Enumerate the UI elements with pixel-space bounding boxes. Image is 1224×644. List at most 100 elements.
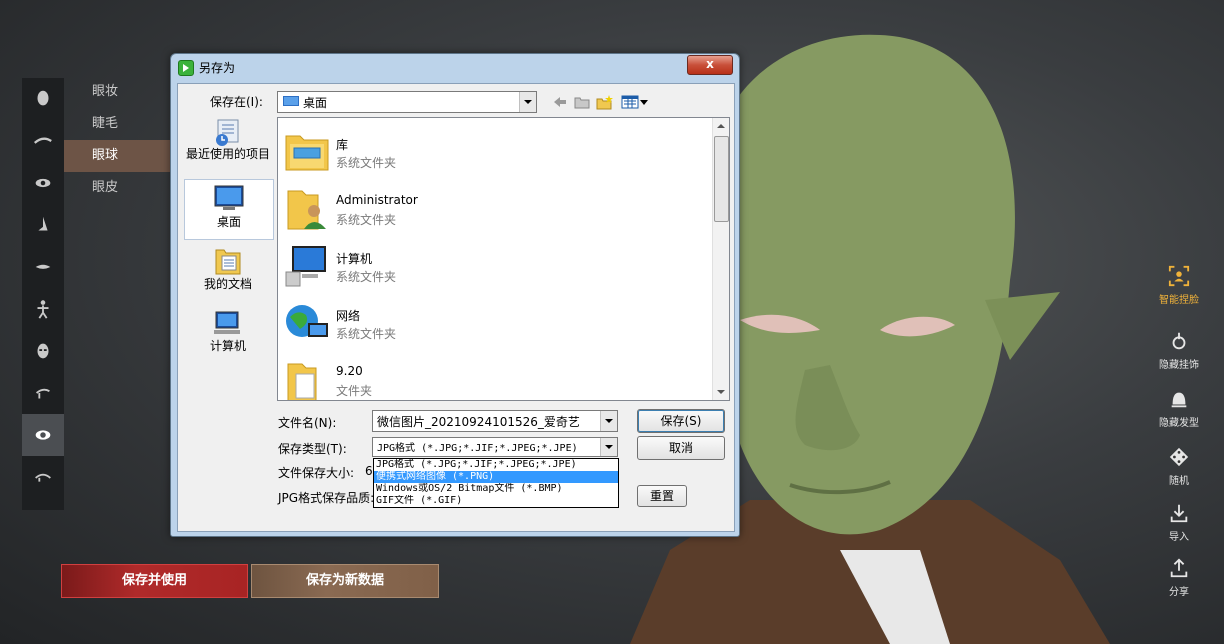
- dialog-title: 另存为: [199, 61, 236, 75]
- filetype-option-jpg[interactable]: JPG格式 (*.JPG;*.JIF;*.JPEG;*.JPE): [374, 459, 618, 471]
- save-as-new-data-button[interactable]: 保存为新数据: [251, 564, 439, 598]
- list-item[interactable]: 库 系统文件夹: [284, 124, 704, 179]
- cancel-button[interactable]: 取消: [637, 436, 725, 460]
- file-list-scrollbar[interactable]: [712, 118, 729, 400]
- file-name: 9.20: [336, 364, 363, 378]
- chevron-down-icon[interactable]: [600, 411, 617, 431]
- folder-icon: [287, 363, 317, 400]
- import-label: 导入: [1169, 532, 1189, 543]
- view-menu-icon[interactable]: [620, 92, 650, 112]
- save-in-value: 桌面: [303, 96, 328, 110]
- filetype-option-gif[interactable]: GIF文件 (*.GIF): [374, 495, 618, 507]
- smart-face-icon: [1168, 265, 1190, 287]
- eyeball-icon[interactable]: [22, 414, 64, 456]
- dialog-titlebar[interactable]: 另存为 x: [171, 54, 739, 80]
- eyebrow-icon[interactable]: [22, 120, 64, 162]
- new-folder-icon[interactable]: [595, 92, 615, 112]
- file-type: 系统文件夹: [336, 270, 397, 284]
- network-icon: [286, 305, 328, 337]
- list-item[interactable]: Administrator 系统文件夹: [284, 181, 704, 236]
- hide-accessory-button[interactable]: 隐藏挂饰: [1144, 330, 1214, 371]
- list-item[interactable]: 9.20 文件夹: [284, 352, 704, 400]
- reset-button[interactable]: 重置: [637, 485, 687, 507]
- hide-hair-label: 隐藏发型: [1159, 418, 1199, 429]
- ear-icon[interactable]: [22, 372, 64, 414]
- desktop-icon: [283, 96, 299, 106]
- save-and-use-button[interactable]: 保存并使用: [61, 564, 248, 598]
- eyelid-icon[interactable]: [22, 456, 64, 498]
- import-button[interactable]: 导入: [1144, 502, 1214, 543]
- category-eyeball[interactable]: 眼球: [64, 140, 174, 172]
- filetype-select[interactable]: JPG格式 (*.JPG;*.JIF;*.JPEG;*.JPE): [372, 437, 618, 457]
- close-button[interactable]: x: [687, 55, 733, 75]
- random-icon: [1169, 447, 1189, 467]
- mouth-icon[interactable]: [22, 246, 64, 288]
- filetype-dropdown-list: JPG格式 (*.JPG;*.JIF;*.JPEG;*.JPE) 便携式网络图像…: [373, 458, 619, 508]
- filename-input[interactable]: 微信图片_20210924101526_爱奇艺: [372, 410, 618, 432]
- app-icon: [178, 60, 194, 76]
- places-recent-label: 最近使用的项目: [185, 147, 270, 161]
- share-icon: [1170, 558, 1188, 578]
- random-button[interactable]: 随机: [1144, 446, 1214, 487]
- places-documents-label: 我的文档: [203, 277, 252, 291]
- file-type: 文件夹: [336, 384, 373, 398]
- places-documents[interactable]: 我的文档: [184, 244, 272, 300]
- smart-face-label: 智能捏脸: [1159, 295, 1199, 306]
- filetype-option-png[interactable]: 便携式网络图像 (*.PNG): [374, 471, 618, 483]
- file-type: 系统文件夹: [336, 213, 397, 227]
- file-name: 计算机: [336, 252, 373, 266]
- places-computer[interactable]: 计算机: [184, 310, 272, 366]
- head-icon[interactable]: [22, 78, 64, 120]
- scrollbar-thumb[interactable]: [714, 136, 729, 222]
- computer-icon: [285, 246, 326, 287]
- places-desktop-label: 桌面: [216, 215, 241, 229]
- file-name: 网络: [336, 309, 361, 323]
- file-type: 系统文件夹: [336, 327, 397, 341]
- back-arrow-icon[interactable]: [550, 92, 570, 112]
- save-button[interactable]: 保存(S): [637, 409, 725, 433]
- category-eye-makeup[interactable]: 眼妆: [64, 76, 174, 108]
- scroll-down-icon[interactable]: [717, 390, 725, 394]
- category-eyelid[interactable]: 眼皮: [64, 172, 174, 204]
- sub-category-list: 眼妆 睫毛 眼球 眼皮: [64, 76, 174, 204]
- up-folder-icon[interactable]: [572, 92, 592, 112]
- body-icon[interactable]: [22, 288, 64, 330]
- nose-icon[interactable]: [22, 204, 64, 246]
- face-icon[interactable]: [22, 330, 64, 372]
- import-icon: [1170, 504, 1188, 523]
- places-recent[interactable]: 最近使用的项目: [184, 118, 272, 176]
- file-list[interactable]: 库 系统文件夹 Administrator 系统文件夹 计算机 系统文件夹 网络…: [277, 117, 730, 401]
- scroll-up-icon[interactable]: [717, 124, 725, 128]
- chevron-down-icon[interactable]: [600, 438, 617, 456]
- save-as-dialog: 另存为 x 保存在(I): 桌面 最近使用的项目 桌面 我的文档 计算机 库 系…: [170, 53, 740, 537]
- filetype-value: JPG格式 (*.JPG;*.JIF;*.JPEG;*.JPE): [377, 443, 578, 454]
- save-in-combo[interactable]: 桌面: [277, 91, 537, 113]
- feature-category-rail: [22, 78, 64, 510]
- quality-label: JPG格式保存品质:: [278, 491, 375, 505]
- list-item[interactable]: 计算机 系统文件夹: [284, 238, 704, 293]
- hide-hair-button[interactable]: 隐藏发型: [1144, 388, 1214, 429]
- random-label: 随机: [1169, 476, 1189, 487]
- file-type: 系统文件夹: [336, 156, 397, 170]
- file-name: 库: [336, 138, 349, 152]
- eye-icon[interactable]: [22, 162, 64, 204]
- computer-icon: [214, 311, 240, 334]
- filetype-option-bmp[interactable]: Windows或OS/2 Bitmap文件 (*.BMP): [374, 483, 618, 495]
- user-folder-icon: [287, 190, 326, 230]
- dialog-client-area: 保存在(I): 桌面 最近使用的项目 桌面 我的文档 计算机 库 系统文件夹 A…: [177, 83, 735, 532]
- smart-face-button[interactable]: 智能捏脸: [1144, 265, 1214, 306]
- places-bar: 最近使用的项目 桌面 我的文档 计算机: [184, 116, 274, 426]
- save-in-label: 保存在(I):: [210, 95, 263, 109]
- my-documents-icon: [215, 249, 241, 275]
- chevron-down-icon[interactable]: [519, 92, 536, 112]
- share-button[interactable]: 分享: [1144, 557, 1214, 598]
- list-item[interactable]: 网络 系统文件夹: [284, 295, 704, 350]
- filename-value: 微信图片_20210924101526_爱奇艺: [377, 415, 580, 429]
- places-desktop[interactable]: 桌面: [184, 179, 274, 240]
- filetype-label: 保存类型(T):: [278, 442, 347, 456]
- recent-items-icon: [216, 119, 239, 146]
- share-label: 分享: [1169, 587, 1189, 598]
- filename-label: 文件名(N):: [278, 416, 337, 430]
- category-eyelashes[interactable]: 睫毛: [64, 108, 174, 140]
- filesize-value: 6: [365, 464, 373, 478]
